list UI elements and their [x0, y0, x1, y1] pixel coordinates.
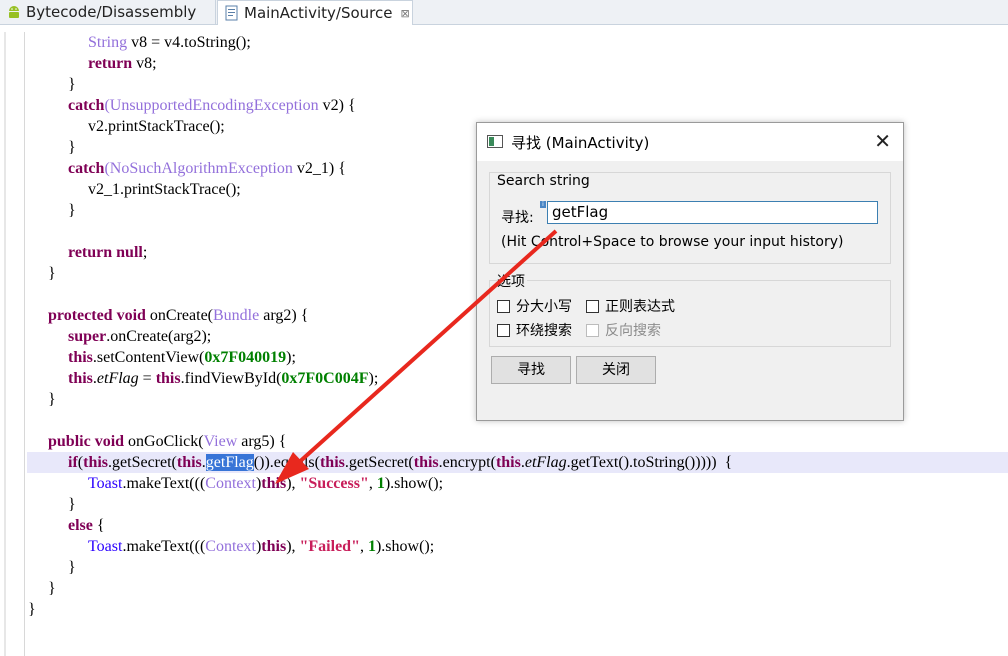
- annotation-arrow: [275, 229, 558, 484]
- arrow-shaft: [294, 229, 558, 467]
